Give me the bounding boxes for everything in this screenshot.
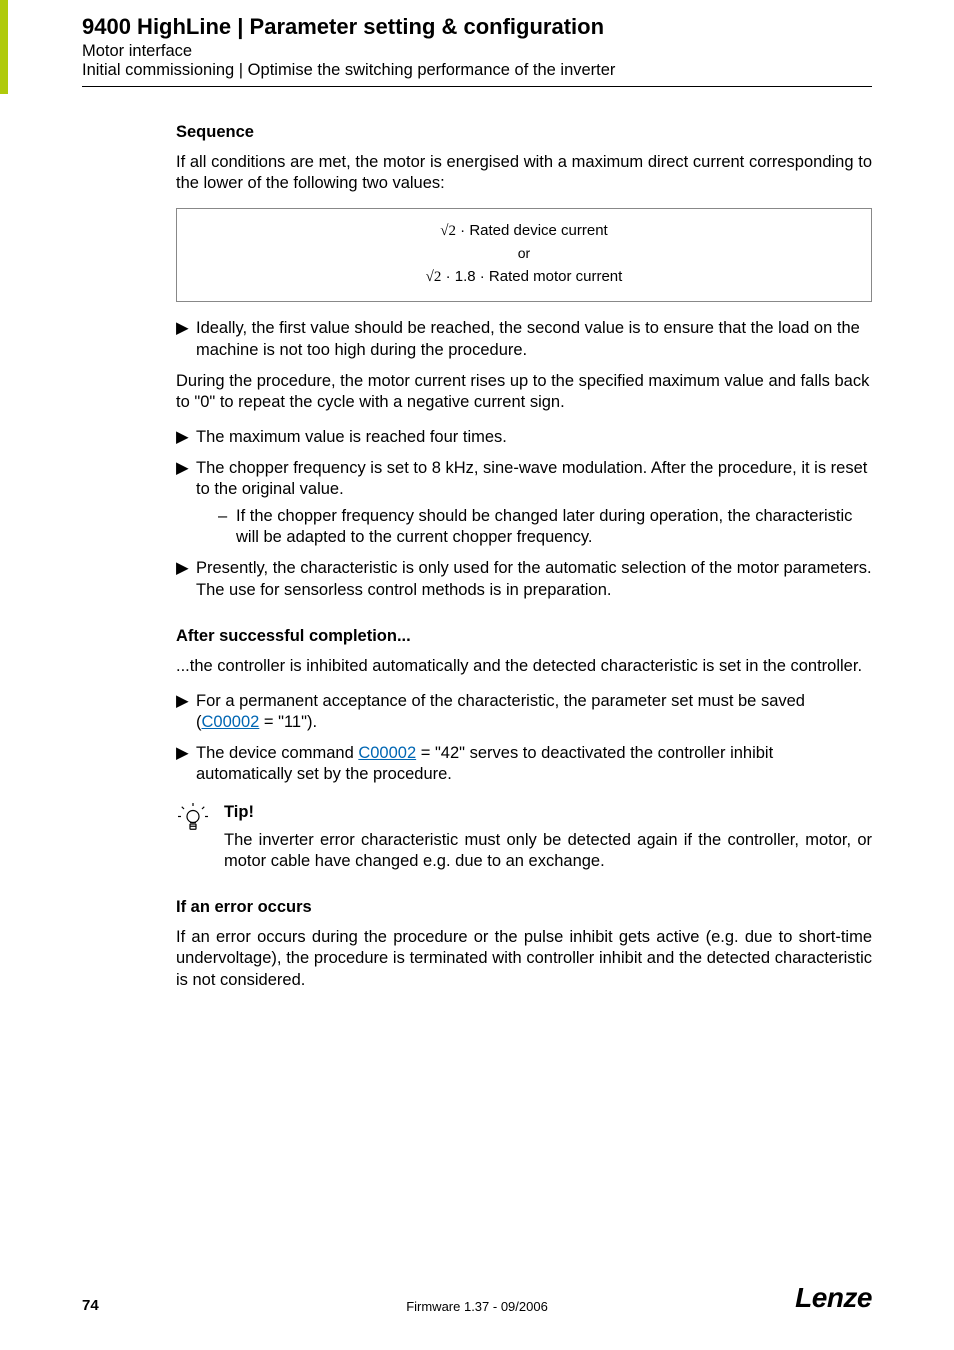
brand-logo: Lenze xyxy=(795,1282,872,1314)
tip-content: Tip! The inverter error characteristic m… xyxy=(224,803,872,872)
sequence-heading: Sequence xyxy=(176,123,872,142)
triangle-bullet-icon: ▶ xyxy=(176,458,196,548)
bullet-text: The maximum value is reached four times. xyxy=(196,427,872,448)
bullet-text-span: The chopper frequency is set to 8 kHz, s… xyxy=(196,459,867,498)
firmware-label: Firmware 1.37 - 09/2006 xyxy=(406,1299,548,1314)
after-heading: After successful completion... xyxy=(176,627,872,646)
page-number: 74 xyxy=(82,1297,99,1314)
formula-2-text: · 1.8 · Rated motor current xyxy=(441,268,622,285)
header-sub1: Motor interface xyxy=(82,42,872,61)
bullet-text: Ideally, the first value should be reach… xyxy=(196,318,872,360)
bullet: ▶ Ideally, the first value should be rea… xyxy=(176,318,872,360)
bullet: ▶ The maximum value is reached four time… xyxy=(176,427,872,448)
text-span: = "11"). xyxy=(259,713,317,731)
triangle-bullet-icon: ▶ xyxy=(176,427,196,448)
formula-line-1: √2 · Rated device current xyxy=(177,219,871,243)
sequence-mid: During the procedure, the motor current … xyxy=(176,371,872,413)
bullet-text: For a permanent acceptance of the charac… xyxy=(196,691,872,733)
code-link-c00002[interactable]: C00002 xyxy=(202,713,260,731)
error-body: If an error occurs during the procedure … xyxy=(176,927,872,990)
sequence-intro: If all conditions are met, the motor is … xyxy=(176,152,872,194)
bullet-text: Presently, the characteristic is only us… xyxy=(196,558,872,600)
dash-bullet-icon: – xyxy=(218,506,236,548)
after-intro: ...the controller is inhibited automatic… xyxy=(176,656,872,677)
formula-1-text: · Rated device current xyxy=(456,222,608,239)
formula-box: √2 · Rated device current or √2 · 1.8 · … xyxy=(176,208,872,302)
formula-or: or xyxy=(177,243,871,265)
error-heading: If an error occurs xyxy=(176,898,872,917)
header-sub2: Initial commissioning | Optimise the swi… xyxy=(82,61,872,80)
triangle-bullet-icon: ▶ xyxy=(176,318,196,360)
text-span: The device command xyxy=(196,744,358,762)
tip-body: The inverter error characteristic must o… xyxy=(224,830,872,872)
bullet: ▶ Presently, the characteristic is only … xyxy=(176,558,872,600)
code-link-c00002[interactable]: C00002 xyxy=(358,744,416,762)
lightbulb-icon xyxy=(178,803,224,838)
content-area: Sequence If all conditions are met, the … xyxy=(0,87,954,991)
bullet: ▶ For a permanent acceptance of the char… xyxy=(176,691,872,733)
bullet-text: The device command C00002 = "42" serves … xyxy=(196,743,872,785)
page-header: 9400 HighLine | Parameter setting & conf… xyxy=(0,0,954,80)
triangle-bullet-icon: ▶ xyxy=(176,691,196,733)
page-title: 9400 HighLine | Parameter setting & conf… xyxy=(82,14,872,40)
formula-line-2: √2 · 1.8 · Rated motor current xyxy=(177,265,871,289)
bullet: ▶ The device command C00002 = "42" serve… xyxy=(176,743,872,785)
tip-heading: Tip! xyxy=(224,803,872,822)
bullet: ▶ The chopper frequency is set to 8 kHz,… xyxy=(176,458,872,548)
footer: 74 Firmware 1.37 - 09/2006 Lenze xyxy=(82,1282,872,1314)
triangle-bullet-icon: ▶ xyxy=(176,743,196,785)
bullet-text: The chopper frequency is set to 8 kHz, s… xyxy=(196,458,872,548)
triangle-bullet-icon: ▶ xyxy=(176,558,196,600)
sub-bullet-text: If the chopper frequency should be chang… xyxy=(236,506,872,548)
tip-block: Tip! The inverter error characteristic m… xyxy=(178,803,872,872)
sub-bullet: – If the chopper frequency should be cha… xyxy=(218,506,872,548)
accent-bar xyxy=(0,0,8,94)
